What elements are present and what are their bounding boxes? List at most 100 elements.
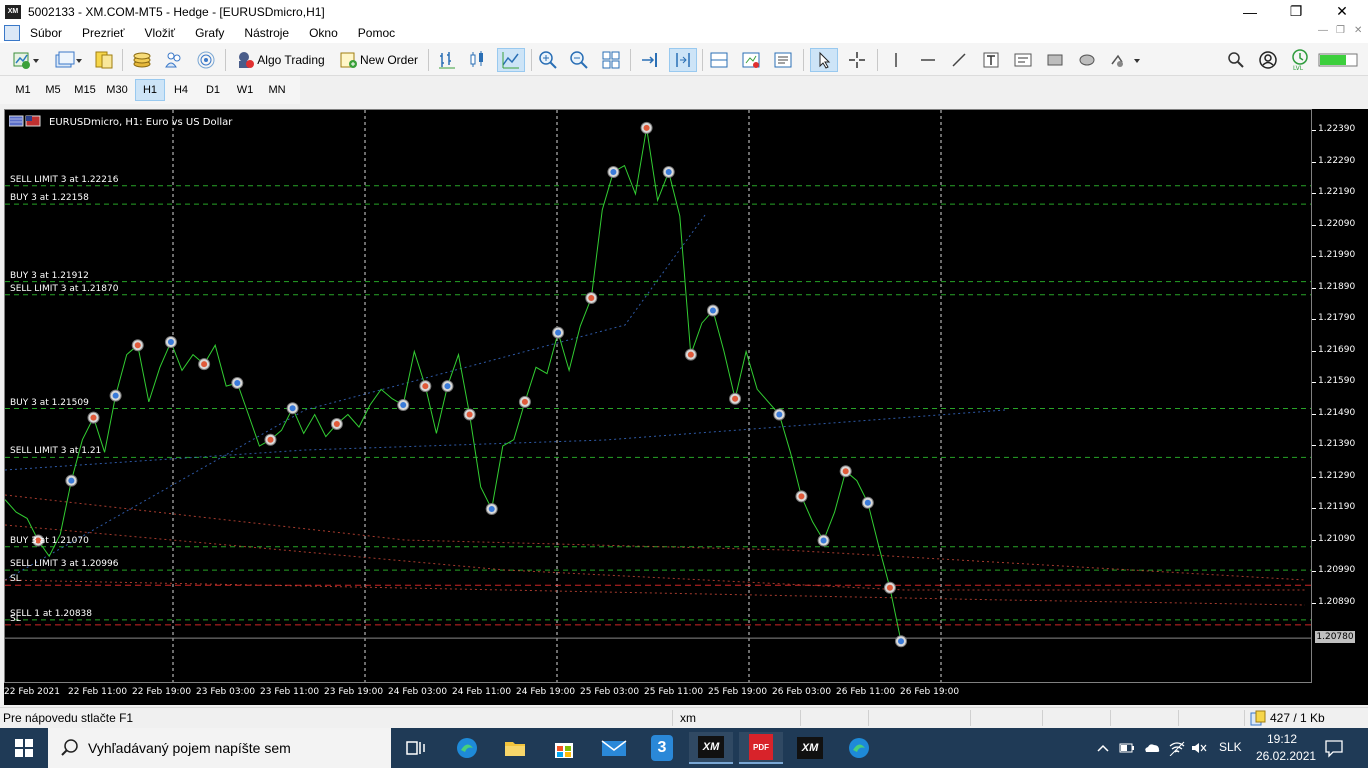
algo-trading-button[interactable]: Algo Trading: [232, 48, 328, 72]
sell-arrow-icon: [886, 584, 893, 591]
maximize-button[interactable]: ❐: [1273, 0, 1319, 23]
new-chart-icon: [13, 52, 39, 69]
new-order-button[interactable]: New Order: [335, 48, 421, 72]
order-level-label[interactable]: SELL LIMIT 3 at 1.22216: [10, 175, 118, 185]
candlestick-button[interactable]: [465, 48, 491, 72]
horizontal-line-button[interactable]: [916, 48, 940, 72]
line-chart-button[interactable]: [497, 48, 525, 72]
price-chart[interactable]: EURUSDmicro, H1: Euro vs US Dollar SELL …: [4, 109, 1312, 683]
wifi-icon[interactable]: [1168, 740, 1186, 756]
price-axis[interactable]: 1.22390 1.22290 1.22190 1.22090 1.21990 1.218…: [1312, 109, 1368, 683]
menu-charts[interactable]: Grafy: [185, 26, 234, 40]
child-restore-icon[interactable]: ❐: [1336, 25, 1345, 36]
language-indicator[interactable]: SLK: [1219, 740, 1242, 754]
cursor-button[interactable]: [810, 48, 838, 72]
account-button[interactable]: [1256, 48, 1280, 72]
taskbar-edge-second[interactable]: [837, 732, 881, 764]
minimize-button[interactable]: —: [1227, 0, 1273, 23]
properties-button[interactable]: [771, 48, 795, 72]
timeframe-m5[interactable]: M5: [38, 79, 68, 101]
order-level-label[interactable]: BUY 3 at 1.22158: [10, 193, 89, 203]
task-view-button[interactable]: [394, 732, 438, 764]
chart-window-icon[interactable]: [4, 25, 20, 41]
autoscroll-button[interactable]: [669, 48, 697, 72]
stop-loss-label[interactable]: SL: [10, 574, 21, 584]
order-level-label[interactable]: SELL LIMIT 3 at 1.21870: [10, 284, 118, 294]
order-level-label[interactable]: SELL LIMIT 3 at 1.21: [10, 446, 101, 456]
taskbar-app-3[interactable]: 3: [640, 732, 684, 764]
taskbar-pdf[interactable]: PDF: [739, 732, 783, 764]
taskbar-xm-second[interactable]: XM: [788, 732, 832, 764]
timeframe-h1[interactable]: H1: [135, 79, 165, 101]
zoom-in-button[interactable]: [536, 48, 560, 72]
menu-help[interactable]: Pomoc: [348, 26, 405, 40]
trendline-button[interactable]: [947, 48, 971, 72]
order-level-label[interactable]: SELL 1 at 1.20838: [10, 609, 92, 619]
indicators-button[interactable]: [707, 48, 731, 72]
taskbar-store[interactable]: [542, 732, 586, 764]
volume-muted-icon[interactable]: [1190, 740, 1208, 756]
connection-status-button[interactable]: [1316, 48, 1362, 72]
timeframe-m1[interactable]: M1: [8, 79, 38, 101]
signals-button[interactable]: [194, 48, 218, 72]
menu-window[interactable]: Okno: [299, 26, 348, 40]
battery-icon[interactable]: [1119, 742, 1135, 754]
order-level-label[interactable]: BUY 3 at 1.21070: [10, 536, 89, 546]
menu-file[interactable]: Súbor: [20, 26, 72, 40]
text-button[interactable]: [979, 48, 1003, 72]
order-level-label[interactable]: SELL LIMIT 3 at 1.20996: [10, 559, 118, 569]
data-window-button[interactable]: [130, 48, 154, 72]
market-watch-icon: [95, 51, 113, 69]
taskbar-edge[interactable]: [445, 732, 489, 764]
navigator-button[interactable]: [162, 48, 186, 72]
timeframe-m30[interactable]: M30: [102, 79, 132, 101]
sell-arrow-icon: [842, 468, 849, 475]
profiles-button[interactable]: [50, 48, 86, 72]
time-axis[interactable]: 22 Feb 2021 22 Feb 11:00 22 Feb 19:00 23 Fe…: [4, 683, 1368, 705]
timeframe-d1[interactable]: D1: [198, 79, 228, 101]
tile-windows-icon: [602, 51, 620, 69]
price-tick-label: 1.21390: [1318, 439, 1356, 449]
vps-button[interactable]: LVL: [1288, 48, 1312, 72]
order-level-label[interactable]: BUY 3 at 1.21912: [10, 271, 89, 281]
start-button[interactable]: [0, 728, 48, 768]
menu-view[interactable]: Prezrieť: [72, 26, 135, 40]
taskbar-search[interactable]: Vyhľadávaný pojem napíšte sem: [48, 728, 391, 768]
templates-button[interactable]: [739, 48, 763, 72]
taskbar-mail[interactable]: [592, 732, 636, 764]
notifications-icon[interactable]: [1324, 738, 1344, 758]
child-minimize-icon[interactable]: —: [1318, 25, 1328, 36]
child-close-icon[interactable]: ✕: [1354, 25, 1362, 36]
stop-loss-label[interactable]: SL: [10, 614, 21, 624]
timeframe-h4[interactable]: H4: [166, 79, 196, 101]
menu-insert[interactable]: Vložiť: [135, 26, 186, 40]
vertical-line-button[interactable]: [884, 48, 908, 72]
timeframe-mn[interactable]: MN: [262, 79, 292, 101]
more-shapes-button[interactable]: [1106, 48, 1144, 72]
ellipse-button[interactable]: [1075, 48, 1099, 72]
tray-expand-icon[interactable]: [1096, 743, 1110, 753]
timeframe-w1[interactable]: W1: [230, 79, 260, 101]
market-watch-button[interactable]: [92, 48, 116, 72]
zoom-out-button[interactable]: [567, 48, 591, 72]
taskbar-explorer[interactable]: [493, 732, 537, 764]
rectangle-button[interactable]: [1043, 48, 1067, 72]
menu-tools[interactable]: Nástroje: [234, 26, 299, 40]
clock-date[interactable]: 26.02.2021: [1256, 749, 1316, 763]
order-level-label[interactable]: BUY 3 at 1.21509: [10, 398, 89, 408]
new-chart-button[interactable]: [8, 48, 44, 72]
crosshair-button[interactable]: [845, 48, 869, 72]
people-icon: [165, 52, 181, 68]
taskbar-xm-mt5[interactable]: XM: [689, 732, 733, 764]
close-button[interactable]: ✕: [1319, 0, 1365, 23]
chart-shift-button[interactable]: [638, 48, 662, 72]
tile-windows-button[interactable]: [599, 48, 623, 72]
onedrive-icon[interactable]: [1143, 742, 1161, 754]
bar-chart-button[interactable]: [434, 48, 460, 72]
search-button[interactable]: [1224, 48, 1248, 72]
timeframe-m15[interactable]: M15: [70, 79, 100, 101]
cursor-icon: [819, 51, 831, 69]
text-label-button[interactable]: [1011, 48, 1035, 72]
price-tick-label: 1.21590: [1318, 376, 1356, 386]
clock-time[interactable]: 19:12: [1267, 732, 1297, 746]
